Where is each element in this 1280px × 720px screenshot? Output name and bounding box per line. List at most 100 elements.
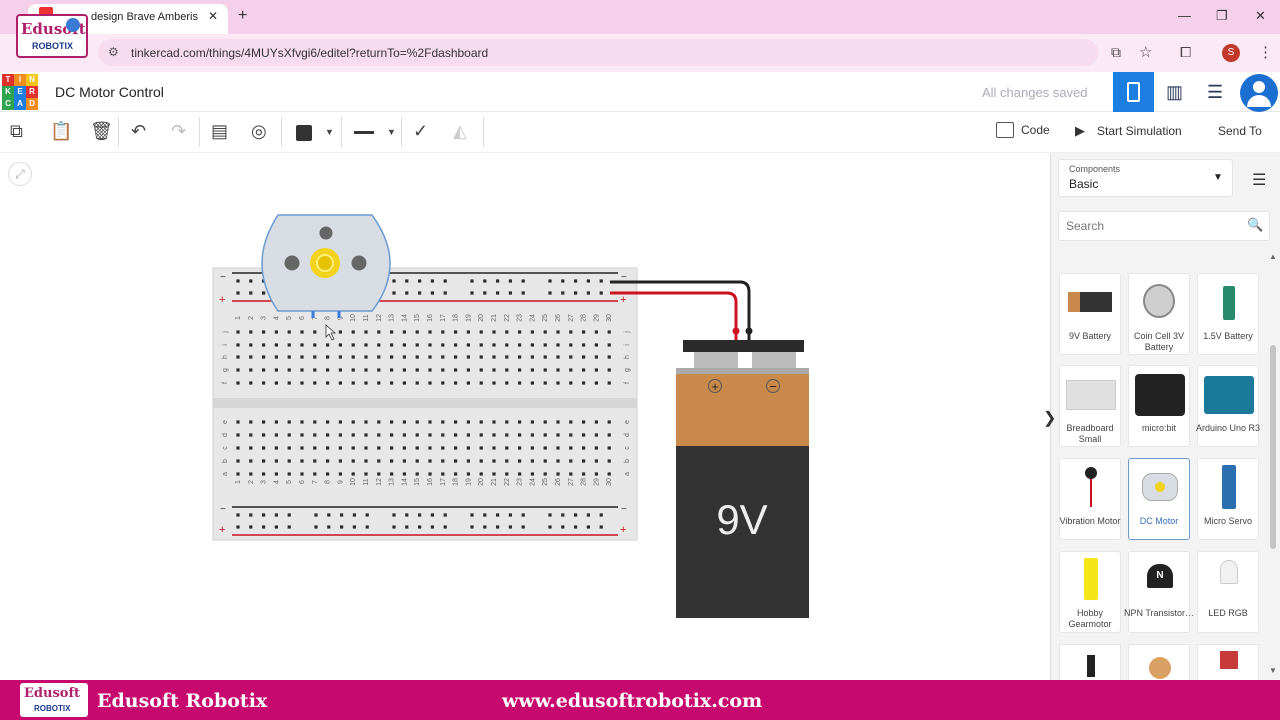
breadboard-hole[interactable]: [415, 355, 419, 359]
breadboard-hole[interactable]: [543, 459, 547, 463]
breadboard-hole[interactable]: [454, 343, 458, 347]
breadboard-hole[interactable]: [594, 355, 598, 359]
breadboard-hole[interactable]: [402, 381, 406, 385]
user-avatar[interactable]: [1240, 74, 1278, 112]
breadboard-hole[interactable]: [454, 459, 458, 463]
breadboard-hole[interactable]: [326, 433, 330, 437]
breadboard-hole[interactable]: [326, 355, 330, 359]
breadboard-hole[interactable]: [430, 525, 434, 529]
list-view-icon[interactable]: ☰: [1252, 170, 1266, 190]
url-text[interactable]: tinkercad.com/things/4MUYsXfvgi6/editel?…: [131, 46, 488, 60]
breadboard-hole[interactable]: [543, 472, 547, 476]
breadboard-hole[interactable]: [274, 433, 278, 437]
component-card-arduino-uno[interactable]: [1197, 365, 1259, 447]
component-list-view-icon[interactable]: ☰: [1207, 82, 1223, 103]
breadboard-hole[interactable]: [262, 472, 266, 476]
breadboard-hole[interactable]: [521, 279, 525, 283]
breadboard-hole[interactable]: [326, 446, 330, 450]
breadboard-hole[interactable]: [377, 420, 381, 424]
breadboard-hole[interactable]: [327, 513, 331, 517]
breadboard-hole[interactable]: [274, 525, 278, 529]
breadboard-hole[interactable]: [249, 355, 253, 359]
breadboard-hole[interactable]: [313, 446, 317, 450]
breadboard-hole[interactable]: [470, 291, 474, 295]
breadboard-hole[interactable]: [274, 420, 278, 424]
breadboard-hole[interactable]: [492, 472, 496, 476]
breadboard-hole[interactable]: [300, 343, 304, 347]
breadboard-hole[interactable]: [338, 355, 342, 359]
breadboard-hole[interactable]: [249, 525, 253, 529]
breadboard-hole[interactable]: [364, 330, 368, 334]
breadboard-hole[interactable]: [415, 446, 419, 450]
breadboard-hole[interactable]: [505, 472, 509, 476]
breadboard-hole[interactable]: [249, 343, 253, 347]
breadboard-hole[interactable]: [402, 459, 406, 463]
breadboard-hole[interactable]: [287, 513, 291, 517]
breadboard-hole[interactable]: [377, 472, 381, 476]
breadboard-hole[interactable]: [466, 446, 470, 450]
breadboard-hole[interactable]: [300, 330, 304, 334]
redo-icon[interactable]: ↷: [171, 121, 186, 142]
breadboard-hole[interactable]: [569, 446, 573, 450]
breadboard-hole[interactable]: [441, 343, 445, 347]
component-card-microbit[interactable]: [1128, 365, 1190, 447]
scrollbar-thumb[interactable]: [1270, 345, 1276, 549]
breadboard-hole[interactable]: [287, 330, 291, 334]
breadboard-hole[interactable]: [594, 381, 598, 385]
breadboard-hole[interactable]: [530, 459, 534, 463]
breadboard-hole[interactable]: [236, 446, 240, 450]
breadboard-hole[interactable]: [377, 355, 381, 359]
breadboard-hole[interactable]: [430, 513, 434, 517]
breadboard-hole[interactable]: [521, 291, 525, 295]
breadboard-hole[interactable]: [556, 381, 560, 385]
breadboard-hole[interactable]: [492, 381, 496, 385]
breadboard-hole[interactable]: [236, 279, 240, 283]
breadboard-hole[interactable]: [607, 381, 611, 385]
breadboard-hole[interactable]: [428, 343, 432, 347]
9v-battery[interactable]: + − 9V: [676, 340, 809, 618]
breadboard-hole[interactable]: [405, 291, 409, 295]
breadboard-hole[interactable]: [569, 420, 573, 424]
breadboard-hole[interactable]: [505, 420, 509, 424]
breadboard-hole[interactable]: [483, 279, 487, 283]
bookmark-star-icon[interactable]: ☆: [1139, 43, 1152, 61]
breadboard-hole[interactable]: [300, 355, 304, 359]
copy-icon[interactable]: ⧉: [10, 121, 23, 142]
breadboard-hole[interactable]: [390, 446, 394, 450]
breadboard-hole[interactable]: [569, 381, 573, 385]
breadboard-hole[interactable]: [392, 525, 396, 529]
breadboard-hole[interactable]: [340, 525, 344, 529]
breadboard-hole[interactable]: [415, 368, 419, 372]
breadboard-hole[interactable]: [479, 446, 483, 450]
breadboard-hole[interactable]: [543, 343, 547, 347]
breadboard-hole[interactable]: [351, 459, 355, 463]
breadboard-hole[interactable]: [518, 355, 522, 359]
breadboard-hole[interactable]: [338, 368, 342, 372]
breadboard-hole[interactable]: [607, 446, 611, 450]
breadboard-hole[interactable]: [466, 459, 470, 463]
breadboard-hole[interactable]: [287, 459, 291, 463]
restore-icon[interactable]: ❐: [1216, 8, 1228, 24]
breadboard-hole[interactable]: [364, 420, 368, 424]
breadboard-hole[interactable]: [594, 368, 598, 372]
breadboard-hole[interactable]: [586, 525, 590, 529]
breadboard-hole[interactable]: [236, 368, 240, 372]
breadboard-hole[interactable]: [364, 433, 368, 437]
breadboard-hole[interactable]: [530, 433, 534, 437]
undo-icon[interactable]: ↶: [131, 121, 146, 142]
breadboard-hole[interactable]: [574, 525, 578, 529]
breadboard-hole[interactable]: [418, 291, 422, 295]
browser-menu-icon[interactable]: ⋮: [1258, 43, 1273, 61]
breadboard-hole[interactable]: [556, 330, 560, 334]
breadboard-hole[interactable]: [262, 525, 266, 529]
breadboard-hole[interactable]: [402, 433, 406, 437]
breadboard-hole[interactable]: [599, 513, 603, 517]
breadboard-hole[interactable]: [556, 420, 560, 424]
breadboard-hole[interactable]: [340, 513, 344, 517]
breadboard-hole[interactable]: [505, 381, 509, 385]
component-card-1-5v-battery[interactable]: [1197, 273, 1259, 355]
breadboard-hole[interactable]: [508, 279, 512, 283]
breadboard-hole[interactable]: [313, 343, 317, 347]
breadboard-hole[interactable]: [582, 446, 586, 450]
breadboard-hole[interactable]: [262, 446, 266, 450]
